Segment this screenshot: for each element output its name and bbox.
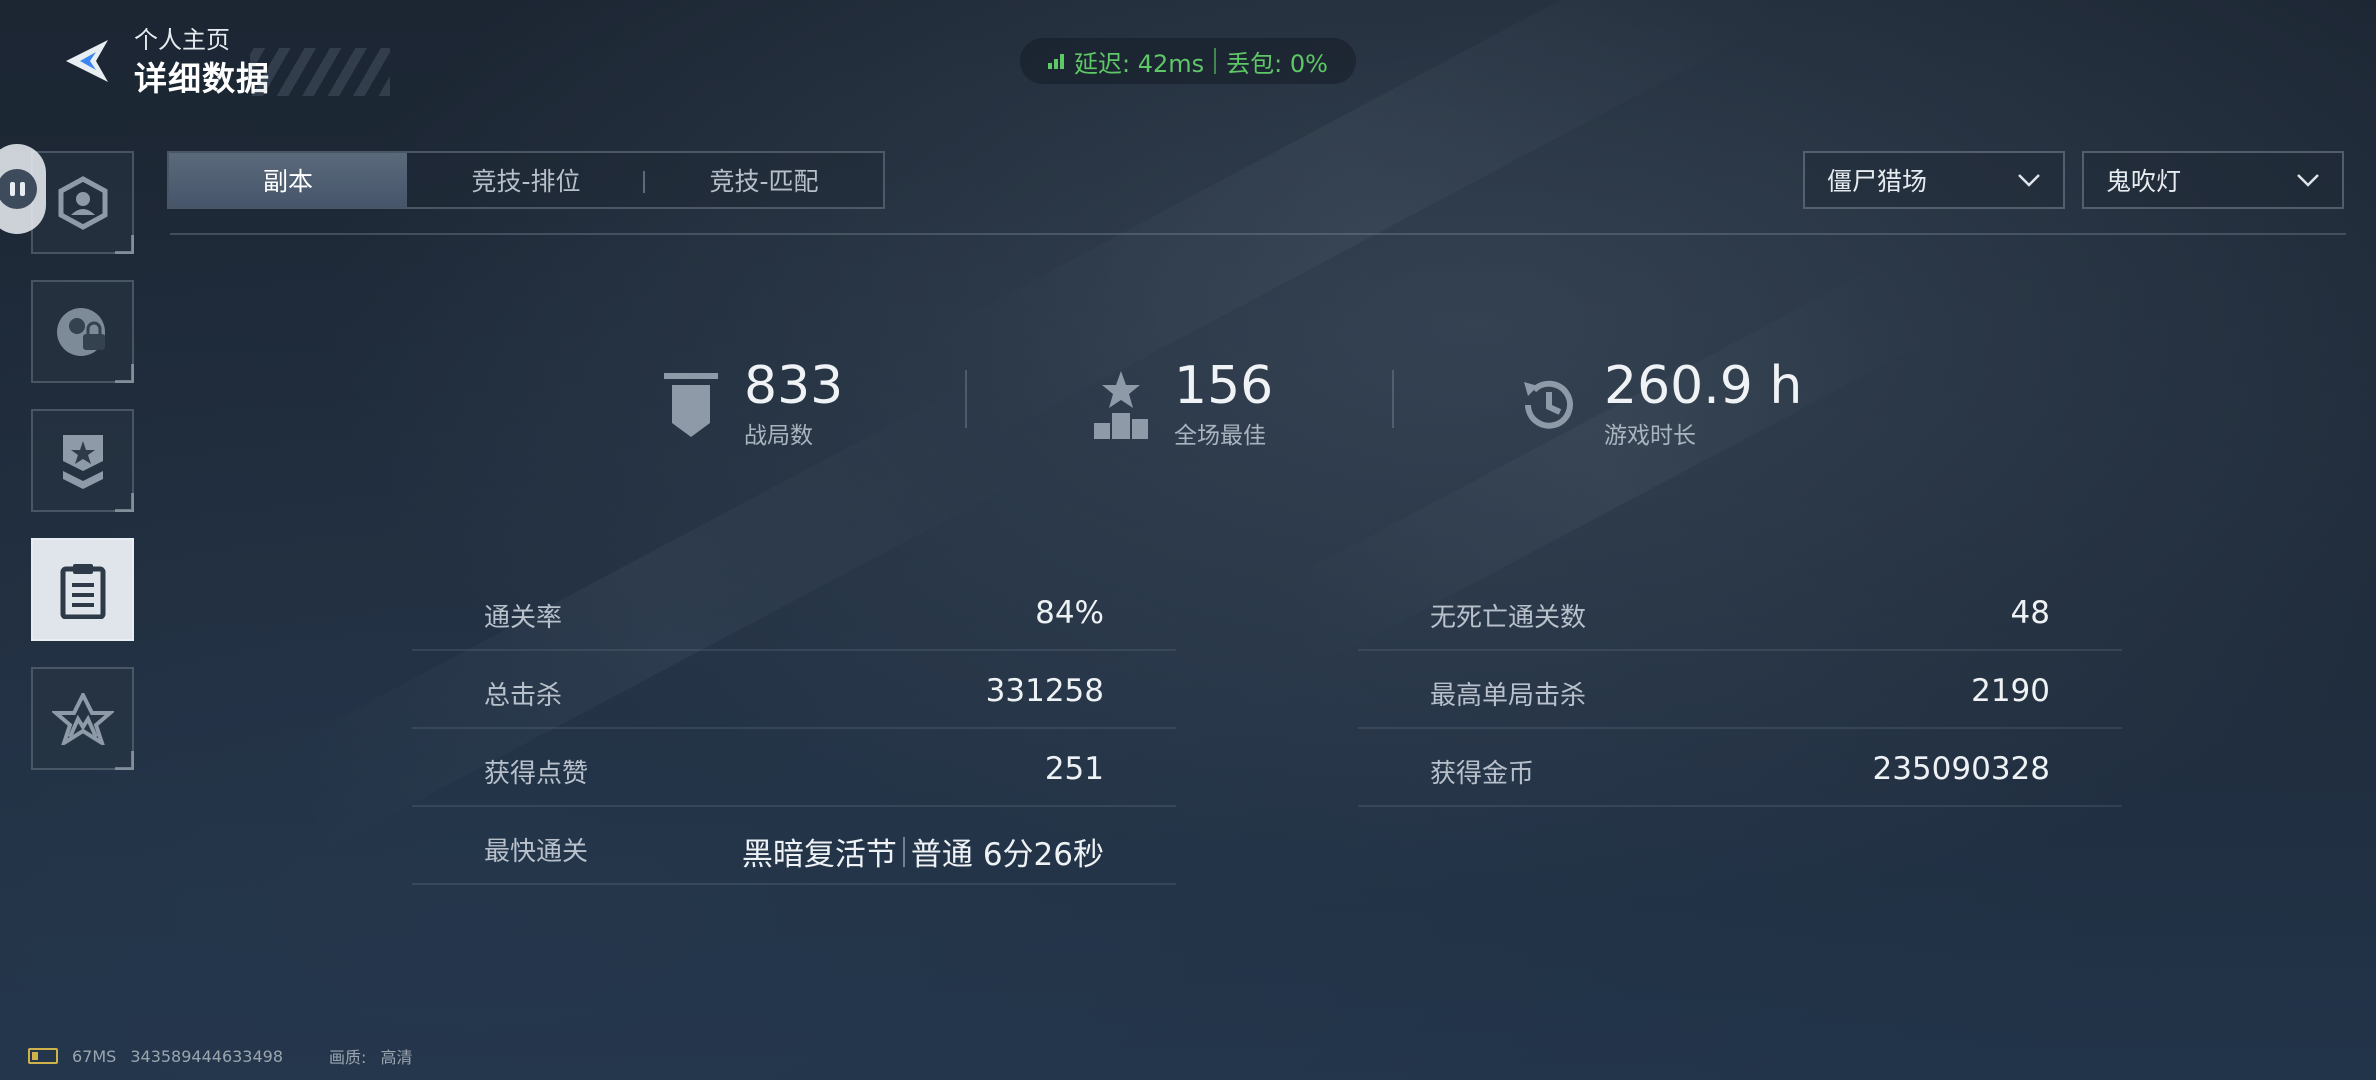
signal-icon: [1048, 53, 1065, 69]
game-stats-screen: 个人主页 详细数据 延迟: 42ms 丢包: 0% 副本 竞技-排位 竞技-匹配…: [0, 0, 2376, 1080]
sidebar-item-stats[interactable]: [31, 538, 134, 641]
detail-label: 通关率: [484, 603, 563, 633]
stat-value: 833: [744, 356, 844, 416]
sidebar-item-rank[interactable]: [31, 409, 134, 512]
back-button[interactable]: [52, 28, 118, 94]
detail-row-fastest-clear: 最快通关 黑暗复活节 普通 6分26秒: [412, 811, 1176, 885]
character-lock-icon: [56, 307, 105, 356]
latency-text: 延迟: 42ms: [1074, 49, 1205, 78]
stat-label: 战局数: [744, 423, 813, 449]
back-arrow-icon: [66, 40, 108, 82]
header-subtitle: 个人主页: [134, 26, 230, 54]
tab-instance[interactable]: 副本: [169, 153, 407, 207]
detail-row-max-kills: 最高单局击杀 2190: [1358, 655, 2122, 729]
detail-row-deathless-clears: 无死亡通关数 48: [1358, 577, 2122, 651]
floating-pause-button[interactable]: [0, 144, 46, 234]
tab-label: 竞技-排位: [471, 167, 581, 196]
corner-accent: [115, 235, 134, 254]
stat-value: 156: [1174, 356, 1274, 416]
detail-label: 获得金币: [1430, 759, 1535, 789]
fastest-clear-time: 6分26秒: [982, 837, 1104, 873]
section-divider: [170, 233, 2346, 235]
rank-star-shield-icon: [62, 434, 103, 489]
profile-badge-icon: [58, 175, 107, 230]
battery-icon: [28, 1048, 58, 1064]
detail-row-clear-rate: 通关率 84%: [412, 577, 1176, 651]
footer-id: 343589444633498: [130, 1046, 284, 1066]
stat-divider: [965, 370, 967, 428]
stat-value: 260.9 h: [1604, 356, 1803, 416]
stat-label: 全场最佳: [1174, 423, 1266, 449]
stat-matches: 833 战局数: [660, 360, 843, 450]
stat-label: 游戏时长: [1604, 423, 1696, 449]
status-footer: 67MS 343589444633498 画质: 高清: [28, 1044, 412, 1068]
detail-value: 84%: [1035, 595, 1104, 631]
corner-accent: [115, 751, 134, 770]
detail-label: 最高单局击杀: [1430, 681, 1587, 711]
stat-mvp: 156 全场最佳: [1090, 360, 1273, 450]
fastest-clear-difficulty: 普通: [910, 837, 973, 873]
detail-value: 331258: [985, 673, 1104, 709]
detail-row-total-kills: 总击杀 331258: [412, 655, 1176, 729]
header-decoration: [250, 48, 390, 96]
detail-row-likes: 获得点赞 251: [412, 733, 1176, 807]
mode-dropdown-value: 僵尸猎场: [1827, 167, 1928, 196]
podium-star-icon: [1094, 371, 1148, 439]
stat-playtime: 260.9 h 游戏时长: [1516, 360, 1802, 450]
detail-row-gold: 获得金币 235090328: [1358, 733, 2122, 807]
sidebar-item-profile[interactable]: [31, 151, 134, 254]
sidebar-item-character[interactable]: [31, 280, 134, 383]
tab-label: 竞技-匹配: [709, 167, 819, 196]
fastest-clear-map: 黑暗复活节: [741, 837, 897, 873]
sidebar-item-emblem[interactable]: [31, 667, 134, 770]
packet-loss-text: 丢包: 0%: [1226, 49, 1328, 78]
detail-value: 2190: [1971, 673, 2050, 709]
chevron-down-icon: [2297, 174, 2319, 187]
banner-icon: [664, 373, 718, 437]
clipboard-icon: [60, 563, 105, 619]
map-dropdown[interactable]: 鬼吹灯: [2082, 151, 2344, 209]
chevron-down-icon: [2018, 174, 2040, 187]
detail-value: 235090328: [1872, 751, 2050, 787]
detail-value: 黑暗复活节 普通 6分26秒: [742, 829, 1104, 874]
map-dropdown-value: 鬼吹灯: [2106, 167, 2182, 196]
footer-quality-label: 画质:: [329, 1048, 367, 1067]
pause-icon: [0, 169, 37, 209]
detail-label: 总击杀: [484, 681, 563, 711]
value-divider: [902, 836, 905, 867]
detail-value: 251: [1044, 751, 1104, 787]
detail-value: 48: [2010, 595, 2050, 631]
footer-ping: 67MS: [72, 1046, 117, 1066]
corner-accent: [115, 364, 134, 383]
clock-history-icon: [1524, 380, 1573, 429]
tab-match[interactable]: 竞技-匹配: [645, 153, 883, 207]
detail-label: 最快通关: [484, 837, 589, 867]
corner-accent: [115, 493, 134, 512]
detail-label: 无死亡通关数: [1430, 603, 1587, 633]
tab-ranked[interactable]: 竞技-排位: [407, 153, 645, 207]
mode-tabs: 副本 竞技-排位 竞技-匹配: [167, 151, 885, 209]
emblem-logo-icon: [51, 692, 114, 745]
detail-label: 获得点赞: [484, 759, 589, 789]
stat-divider: [1392, 370, 1394, 428]
tab-label: 副本: [262, 167, 313, 196]
network-status: 延迟: 42ms 丢包: 0%: [1020, 38, 1356, 84]
mode-dropdown[interactable]: 僵尸猎场: [1803, 151, 2065, 209]
footer-quality-value: 高清: [380, 1048, 413, 1067]
network-divider: [1214, 48, 1217, 74]
